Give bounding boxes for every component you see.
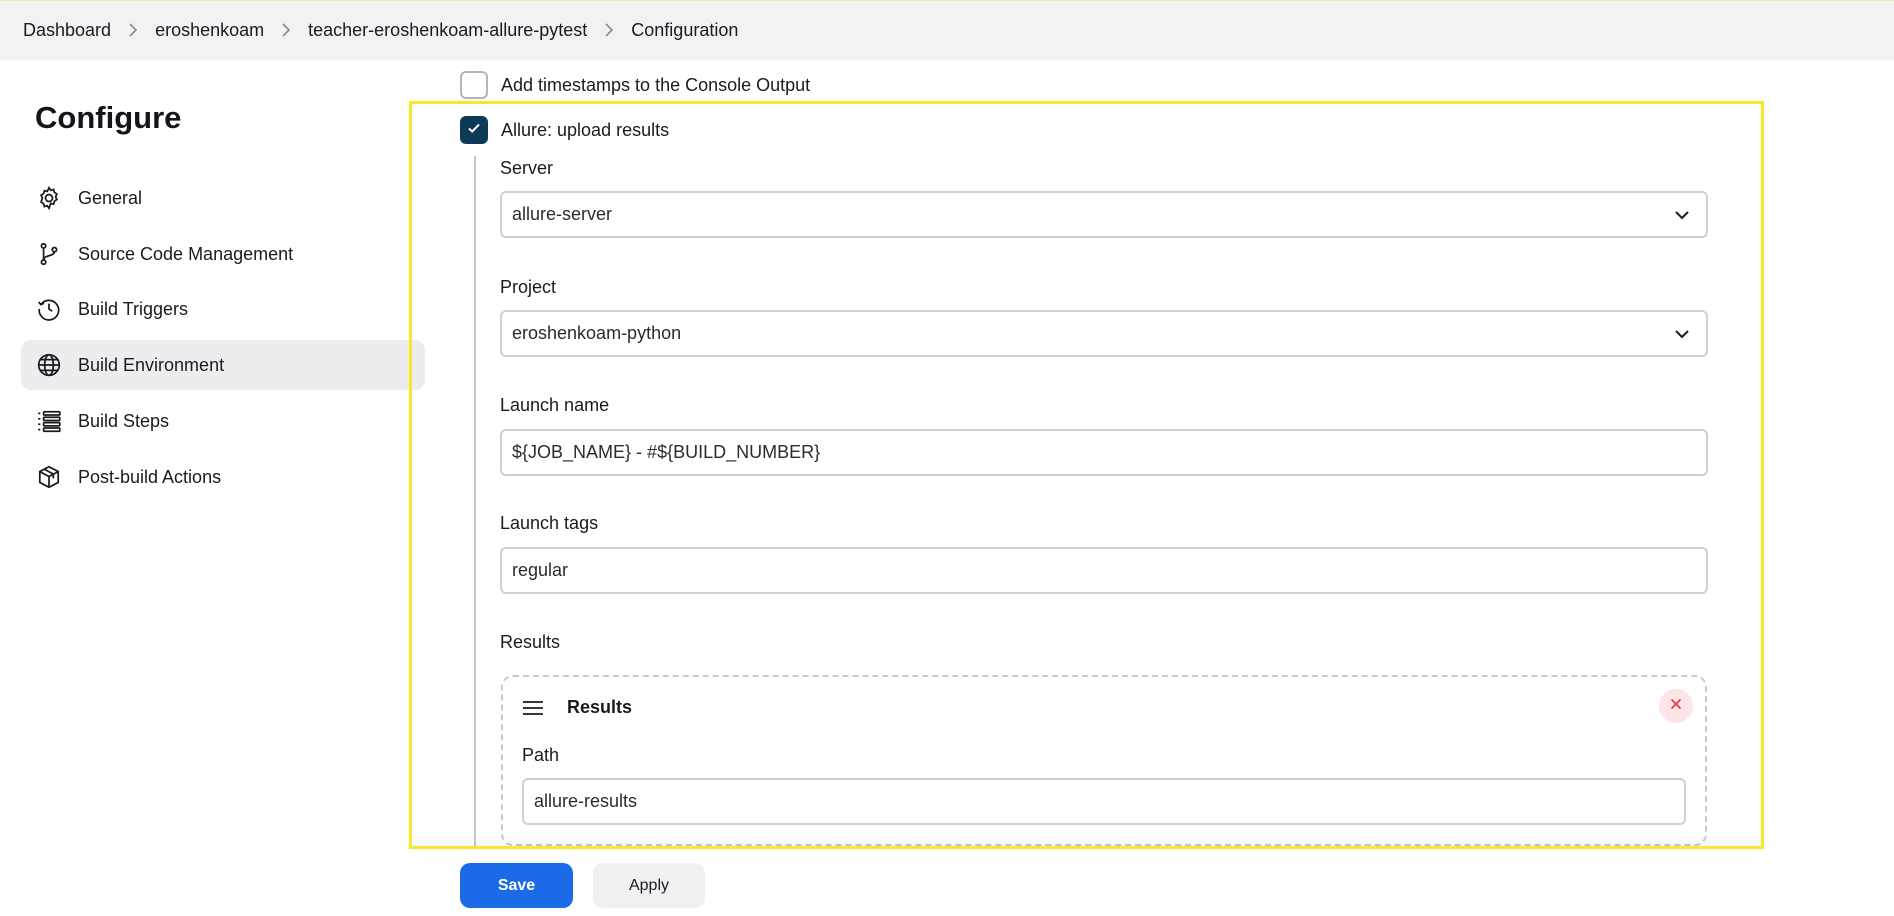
launch-name-value: ${JOB_NAME} - #${BUILD_NUMBER} [512,442,821,462]
section-indent-line [474,156,476,846]
server-select[interactable]: allure-server [500,191,1708,238]
launch-tags-input[interactable]: regular [500,547,1708,594]
page-title: Configure [35,100,182,135]
sidebar-item-build-triggers[interactable]: Build Triggers [21,284,425,334]
breadcrumb-user[interactable]: eroshenkoam [155,20,264,41]
sticky-footer-shadow [413,836,1760,850]
breadcrumb-job[interactable]: teacher-eroshenkoam-allure-pytest [308,20,587,41]
breadcrumb-configuration[interactable]: Configuration [631,20,738,41]
globe-icon [35,351,63,379]
project-select[interactable]: eroshenkoam-python [500,310,1708,357]
clock-icon [35,295,63,323]
chevron-right-icon [264,22,308,40]
remove-results-button[interactable] [1659,689,1693,723]
sidebar-item-build-steps[interactable]: Build Steps [21,396,425,446]
drag-handle-icon[interactable] [521,698,545,718]
chevron-right-icon [111,22,155,40]
sidebar-item-general[interactable]: General [21,173,425,223]
project-select-value: eroshenkoam-python [512,323,682,343]
apply-button[interactable]: Apply [593,863,705,908]
allure-upload-checkbox[interactable] [460,116,488,144]
package-icon [35,463,63,491]
breadcrumb: Dashboard eroshenkoam teacher-eroshenkoa… [0,0,1894,60]
gear-icon [35,184,63,212]
chevron-down-icon [1672,205,1692,225]
branch-icon [35,240,63,268]
server-select-value: allure-server [512,204,613,224]
launch-name-input[interactable]: ${JOB_NAME} - #${BUILD_NUMBER} [500,429,1708,476]
timestamps-checkbox[interactable] [460,71,488,99]
allure-upload-label: Allure: upload results [501,120,670,140]
timestamps-label: Add timestamps to the Console Output [501,75,811,95]
path-label: Path [522,745,560,765]
server-label: Server [500,158,554,178]
sidebar-item-build-environment[interactable]: Build Environment [21,340,425,390]
breadcrumb-dashboard[interactable]: Dashboard [23,20,111,41]
launch-name-label: Launch name [500,395,610,415]
path-input[interactable]: allure-results [522,778,1686,825]
project-label: Project [500,277,557,297]
path-value: allure-results [534,791,638,811]
sidebar-item-post-build-actions[interactable]: Post-build Actions [21,452,425,502]
check-icon [466,120,482,141]
sidebar-item-label: Build Triggers [78,298,189,319]
close-icon [1670,697,1682,715]
launch-tags-value: regular [512,560,569,580]
sidebar-item-label: Build Steps [78,410,170,431]
sidebar-item-label: Source Code Management [78,243,294,264]
chevron-right-icon [587,22,631,40]
list-icon [35,407,63,435]
save-button[interactable]: Save [460,863,573,908]
sidebar-item-label: Build Environment [78,354,225,375]
chevron-down-icon [1672,324,1692,344]
sidebar-item-label: Post-build Actions [78,466,222,487]
results-label: Results [500,632,561,652]
sidebar-item-source-code-management[interactable]: Source Code Management [21,229,425,279]
sidebar-item-label: General [78,187,143,208]
launch-tags-label: Launch tags [500,513,599,533]
results-block-title: Results [567,697,633,717]
